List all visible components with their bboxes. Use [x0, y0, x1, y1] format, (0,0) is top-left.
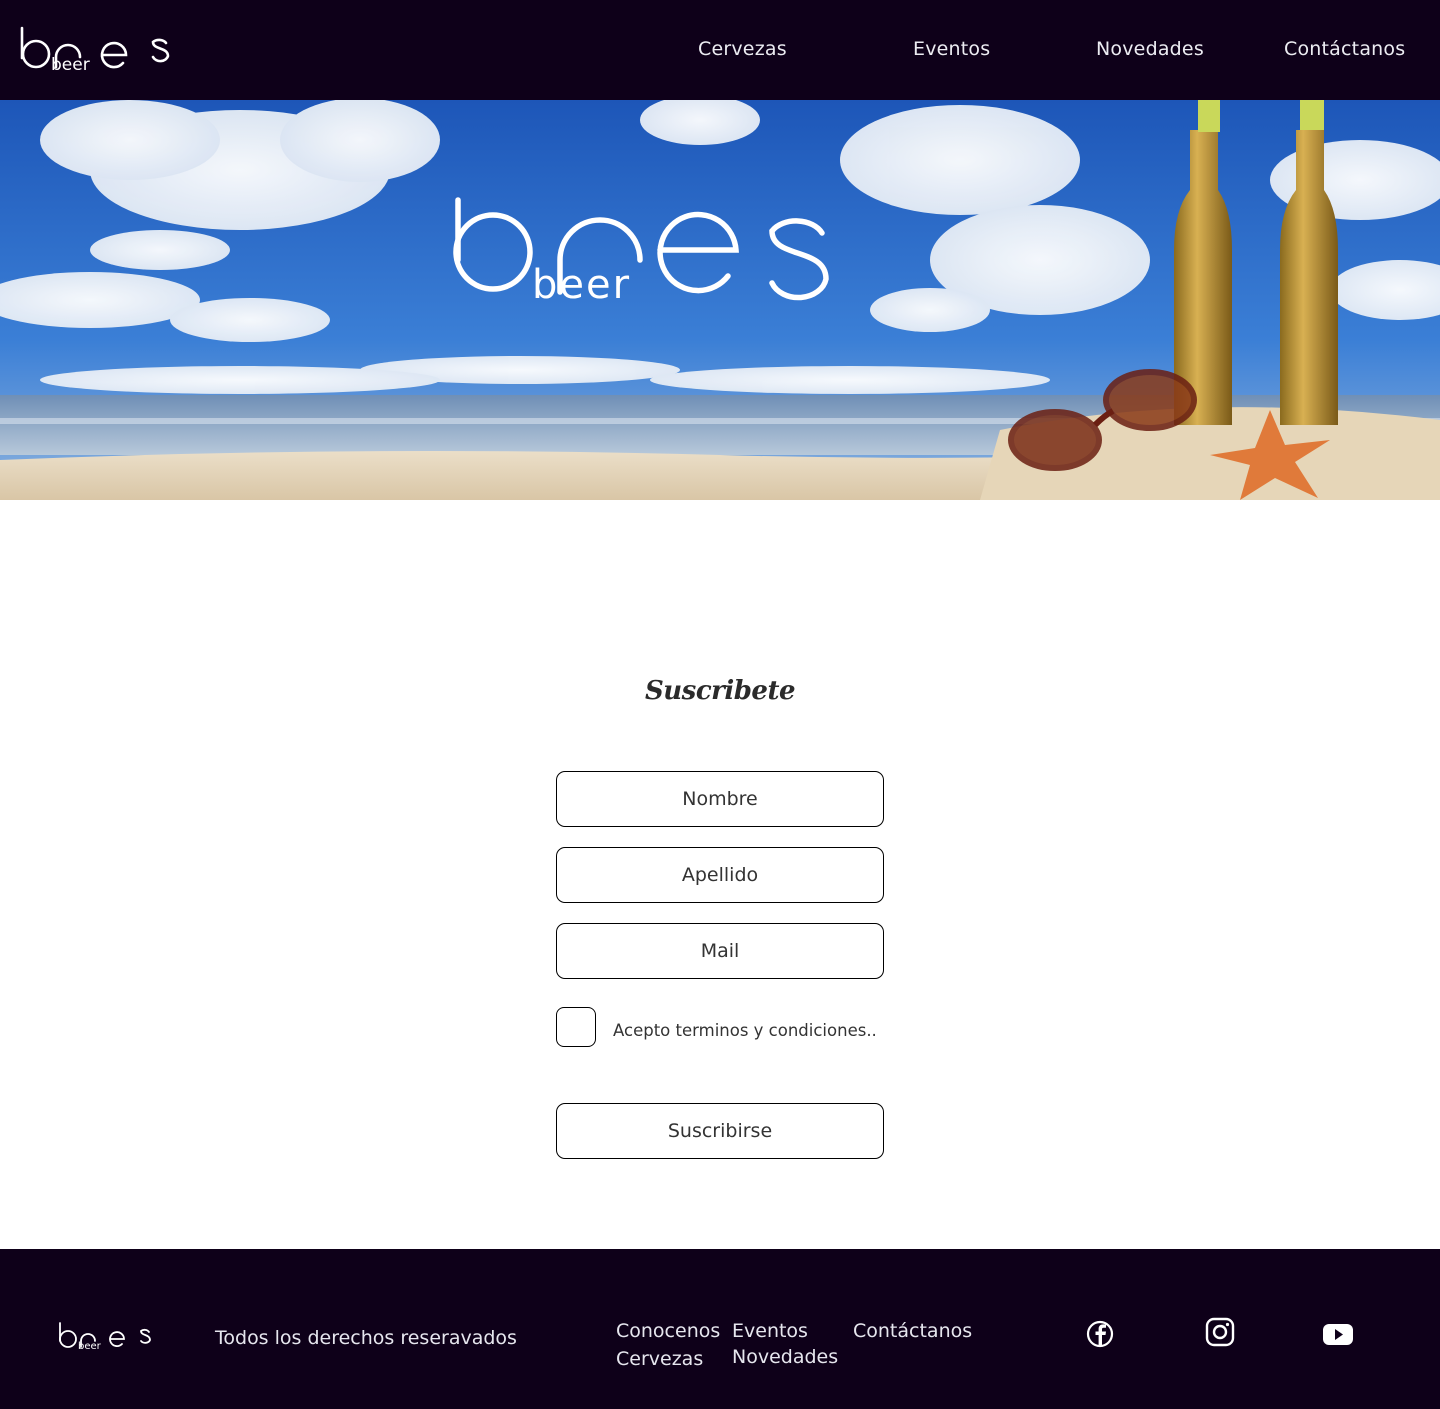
site-header: beer Cervezas Eventos Novedades Contácta… — [0, 0, 1440, 100]
brand-logo[interactable]: beer — [18, 24, 174, 74]
svg-text:beer: beer — [78, 1341, 102, 1351]
hero-logo-sub: beer — [532, 262, 631, 308]
first-name-input[interactable] — [556, 771, 884, 827]
last-name-input[interactable] — [556, 847, 884, 903]
svg-text:beer: beer — [51, 55, 90, 74]
nav-contactanos[interactable]: Contáctanos — [1284, 38, 1405, 60]
footer-link-conocenos[interactable]: Conocenos — [616, 1320, 720, 1342]
email-input[interactable] — [556, 923, 884, 979]
site-footer: beer Todos los derechos reseravados Cono… — [0, 1249, 1440, 1409]
footer-copyright: Todos los derechos reseravados — [215, 1327, 517, 1349]
terms-checkbox[interactable] — [556, 1007, 596, 1047]
subscribe-button[interactable]: Suscribirse — [556, 1103, 884, 1159]
youtube-icon[interactable] — [1321, 1317, 1355, 1351]
footer-link-contactanos[interactable]: Contáctanos — [853, 1320, 972, 1342]
nav-novedades[interactable]: Novedades — [1096, 38, 1204, 60]
facebook-icon[interactable] — [1083, 1317, 1117, 1351]
terms-label: Acepto terminos y condiciones.. — [613, 1021, 877, 1040]
nav-eventos[interactable]: Eventos — [913, 38, 990, 60]
instagram-icon[interactable] — [1203, 1315, 1237, 1349]
nav-cervezas[interactable]: Cervezas — [698, 38, 787, 60]
footer-logo[interactable]: beer — [58, 1321, 154, 1351]
footer-link-eventos[interactable]: Eventos — [732, 1320, 808, 1342]
hero-banner: beer — [0, 100, 1440, 500]
subscribe-title: Suscribete — [645, 676, 796, 706]
beach-hero-image: beer — [0, 100, 1440, 500]
footer-link-cervezas[interactable]: Cervezas — [616, 1348, 703, 1370]
footer-link-novedades[interactable]: Novedades — [732, 1346, 838, 1368]
